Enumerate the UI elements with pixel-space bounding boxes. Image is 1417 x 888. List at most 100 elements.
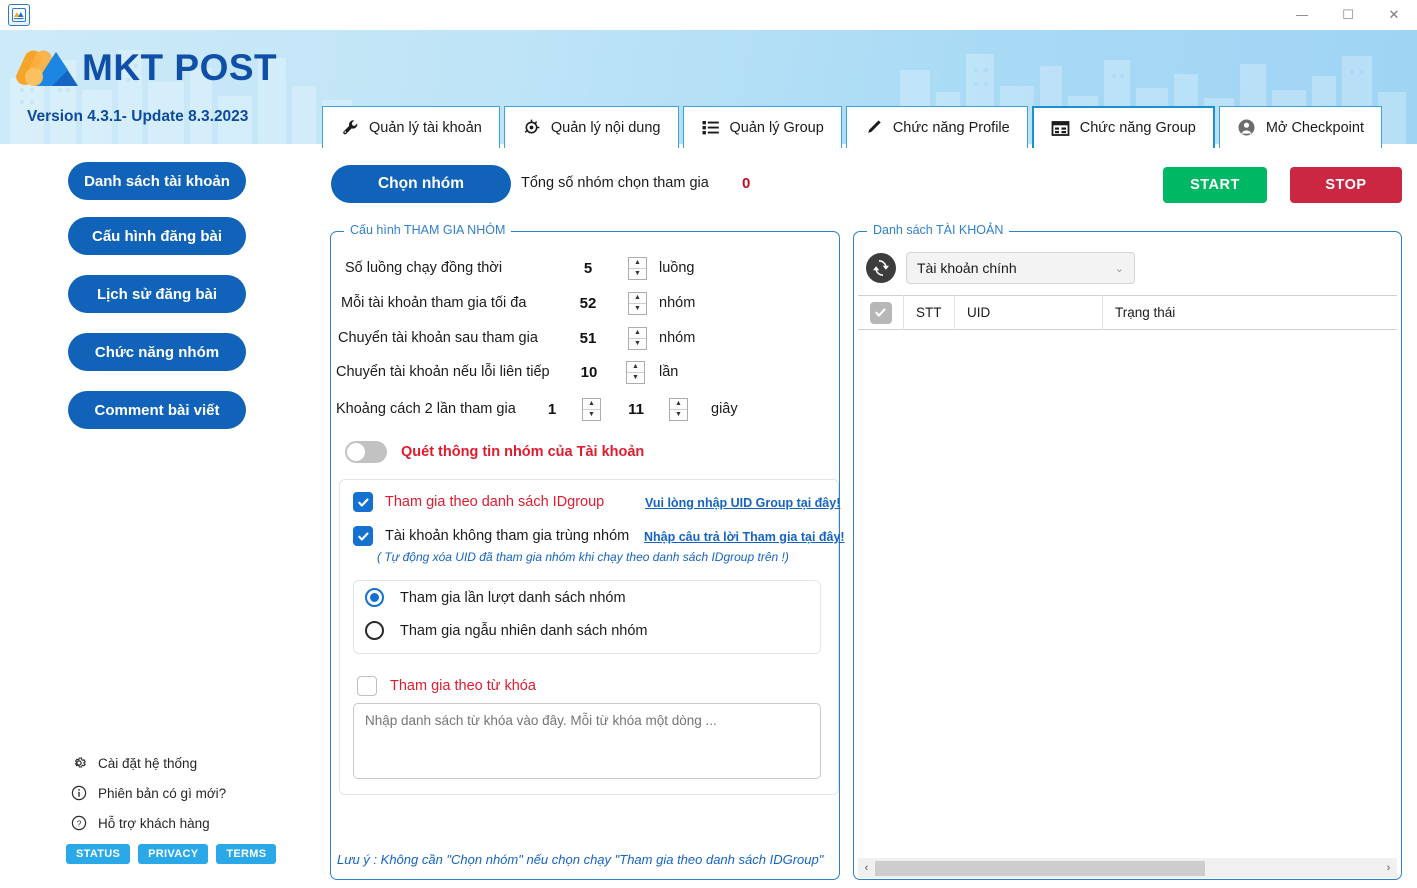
app-icon [8,4,30,26]
tab-quan-ly-noi-dung[interactable]: Quản lý nội dung [503,106,679,148]
config-value[interactable]: 51 [560,330,616,347]
config-value[interactable]: 52 [560,295,616,312]
scrollbar-track[interactable] [1205,858,1380,878]
badge-status[interactable]: STATUS [66,844,131,864]
account-type-select[interactable]: Tài khoản chính ⌄ [906,252,1135,284]
tab-label: Quản lý tài khoản [369,119,482,136]
link-nhap-uid-group[interactable]: Vui lòng nhập UID Group tại đây! [645,496,840,510]
spinner-up-icon[interactable]: ▲ [627,362,644,373]
account-table-header: STT UID Trạng thái [858,295,1397,330]
sidebar-item-danh-sach-tai-khoan[interactable]: Danh sách tài khoản [68,162,246,200]
scroll-right-arrow[interactable]: › [1380,858,1397,878]
tab-mo-checkpoint[interactable]: Mở Checkpoint [1218,106,1382,148]
interval-min-value[interactable]: 1 [536,401,568,418]
config-label: Mỗi tài khoản tham gia tối đa [341,295,527,311]
spinner-down-icon[interactable]: ▼ [670,410,687,420]
spinner-toi-da[interactable]: ▲ ▼ [628,291,647,315]
sidebar-item-chuc-nang-nhom[interactable]: Chức năng nhóm [68,333,246,371]
radio-row-lan-luot[interactable]: Tham gia lần lượt danh sách nhóm [365,588,626,607]
sidebar-item-cau-hinh-dang-bai[interactable]: Cấu hình đăng bài [68,217,246,255]
checkbox-tu-khoa-label: Tham gia theo từ khóa [390,678,536,694]
stop-button[interactable]: STOP [1290,167,1402,203]
spinner-chuyen-sau[interactable]: ▲ ▼ [628,326,647,350]
sidebar-item-lich-su-dang-bai[interactable]: Lịch sử đăng bài [68,275,246,313]
config-row-toi-da: Mỗi tài khoản tham gia tối đa 52 ▲ ▼ nhóm [341,290,695,316]
tab-quan-ly-group[interactable]: Quản lý Group [682,106,842,148]
badge-terms[interactable]: TERMS [216,844,277,864]
spinner-up-icon[interactable]: ▲ [629,293,646,304]
scroll-left-arrow[interactable]: ‹ [858,858,875,878]
scan-group-info-row: Quét thông tin nhóm của Tài khoản [345,441,644,463]
spinner-interval-min[interactable]: ▲ ▼ [582,397,601,421]
spinner-interval-max[interactable]: ▲ ▼ [669,397,688,421]
tab-chuc-nang-group[interactable]: Chức năng Group [1031,106,1215,148]
footer-link-cai-dat-he-thong[interactable]: Cài đặt hệ thống [70,748,300,778]
scrollbar-thumb[interactable] [875,860,1205,876]
config-row-khoang-cach: Khoảng cách 2 lần tham gia 1 ▲ ▼ 11 ▲ ▼ gi… [336,396,738,422]
keyword-textarea[interactable] [353,703,821,779]
wrench-icon [340,118,360,138]
select-all-checkbox[interactable] [869,301,892,324]
footer-badges: STATUS PRIVACY TERMS [66,844,277,864]
config-unit: nhóm [659,330,696,346]
idgroup-note: ( Tự động xóa UID đã tham gia nhóm khi c… [377,550,789,564]
start-button[interactable]: START [1163,167,1267,203]
config-row-so-luong: Số luồng chạy đồng thời 5 ▲ ▼ luồng [345,255,694,281]
gear-icon [70,755,87,772]
config-label: Số luồng chạy đồng thời [345,260,503,276]
spinner-up-icon[interactable]: ▲ [583,399,600,410]
radio-lan-luot[interactable] [365,588,384,607]
checkbox-khong-trung-nhom[interactable] [353,526,373,546]
config-value[interactable]: 5 [560,260,616,277]
config-label: Chuyển tài khoản nếu lỗi liên tiếp [336,364,550,380]
maximize-button[interactable]: ☐ [1325,0,1371,30]
close-button[interactable]: ✕ [1371,0,1417,30]
spinner-up-icon[interactable]: ▲ [629,328,646,339]
spinner-loi-lien-tiep[interactable]: ▲ ▼ [626,360,645,384]
radio-row-ngau-nhien[interactable]: Tham gia ngẫu nhiên danh sách nhóm [365,621,647,640]
config-unit: lần [659,364,679,380]
spinner-down-icon[interactable]: ▼ [629,304,646,314]
spinner-down-icon[interactable]: ▼ [629,339,646,349]
config-row-chuyen-sau: Chuyển tài khoản sau tham gia 51 ▲ ▼ nhóm [338,325,695,351]
refresh-icon[interactable] [866,253,896,283]
window-titlebar: — ☐ ✕ [0,0,1417,30]
radio-ngau-nhien[interactable] [365,621,384,640]
table-header-select-all[interactable] [858,295,904,330]
spinner-up-icon[interactable]: ▲ [629,258,646,269]
tab-label: Mở Checkpoint [1265,119,1364,136]
footer-link-ho-tro-khach-hang[interactable]: ? Hỗ trợ khách hàng [70,808,300,838]
spinner-up-icon[interactable]: ▲ [670,399,687,410]
checkbox-tham-gia-tu-khoa[interactable] [357,676,377,696]
link-nhap-cau-tra-loi[interactable]: Nhập câu trả lời Tham gia tại đây! [644,530,845,544]
minimize-button[interactable]: — [1279,0,1325,30]
tab-chuc-nang-profile[interactable]: Chức năng Profile [845,106,1028,148]
footer-link-label: Cài đặt hệ thống [98,755,198,771]
footer-link-label: Phiên bản có gì mới? [98,785,227,801]
toggle-knob [347,443,365,461]
spinner-down-icon[interactable]: ▼ [583,410,600,420]
spinner-down-icon[interactable]: ▼ [629,269,646,279]
tab-quan-ly-tai-khoan[interactable]: Quản lý tài khoản [322,106,500,148]
info-icon [70,785,87,802]
checkbox-row-idgroup: Tham gia theo danh sách IDgroup [353,492,604,512]
config-value[interactable]: 10 [562,364,616,381]
spinner-so-luong[interactable]: ▲ ▼ [628,256,647,280]
window-grid-icon [1051,118,1071,138]
interval-max-value[interactable]: 11 [613,401,659,418]
checkbox-khong-trung-label: Tài khoản không tham gia trùng nhóm [385,528,630,544]
account-table-hscrollbar[interactable]: ‹ › [858,858,1397,878]
spinner-down-icon[interactable]: ▼ [627,373,644,383]
list-icon [701,118,721,138]
account-type-value: Tài khoản chính [917,260,1017,276]
scan-group-info-toggle[interactable] [345,441,387,463]
chon-nhom-button[interactable]: Chọn nhóm [331,165,511,203]
config-label: Khoảng cách 2 lần tham gia [336,401,516,417]
sidebar-item-comment-bai-viet[interactable]: Comment bài viết [68,391,246,429]
config-unit: nhóm [659,295,696,311]
checkbox-idgroup[interactable] [353,492,373,512]
check-icon [357,531,369,541]
badge-privacy[interactable]: PRIVACY [138,844,209,864]
table-header-stt: STT [904,295,955,330]
footer-link-phien-ban-co-gi-moi[interactable]: Phiên bản có gì mới? [70,778,300,808]
